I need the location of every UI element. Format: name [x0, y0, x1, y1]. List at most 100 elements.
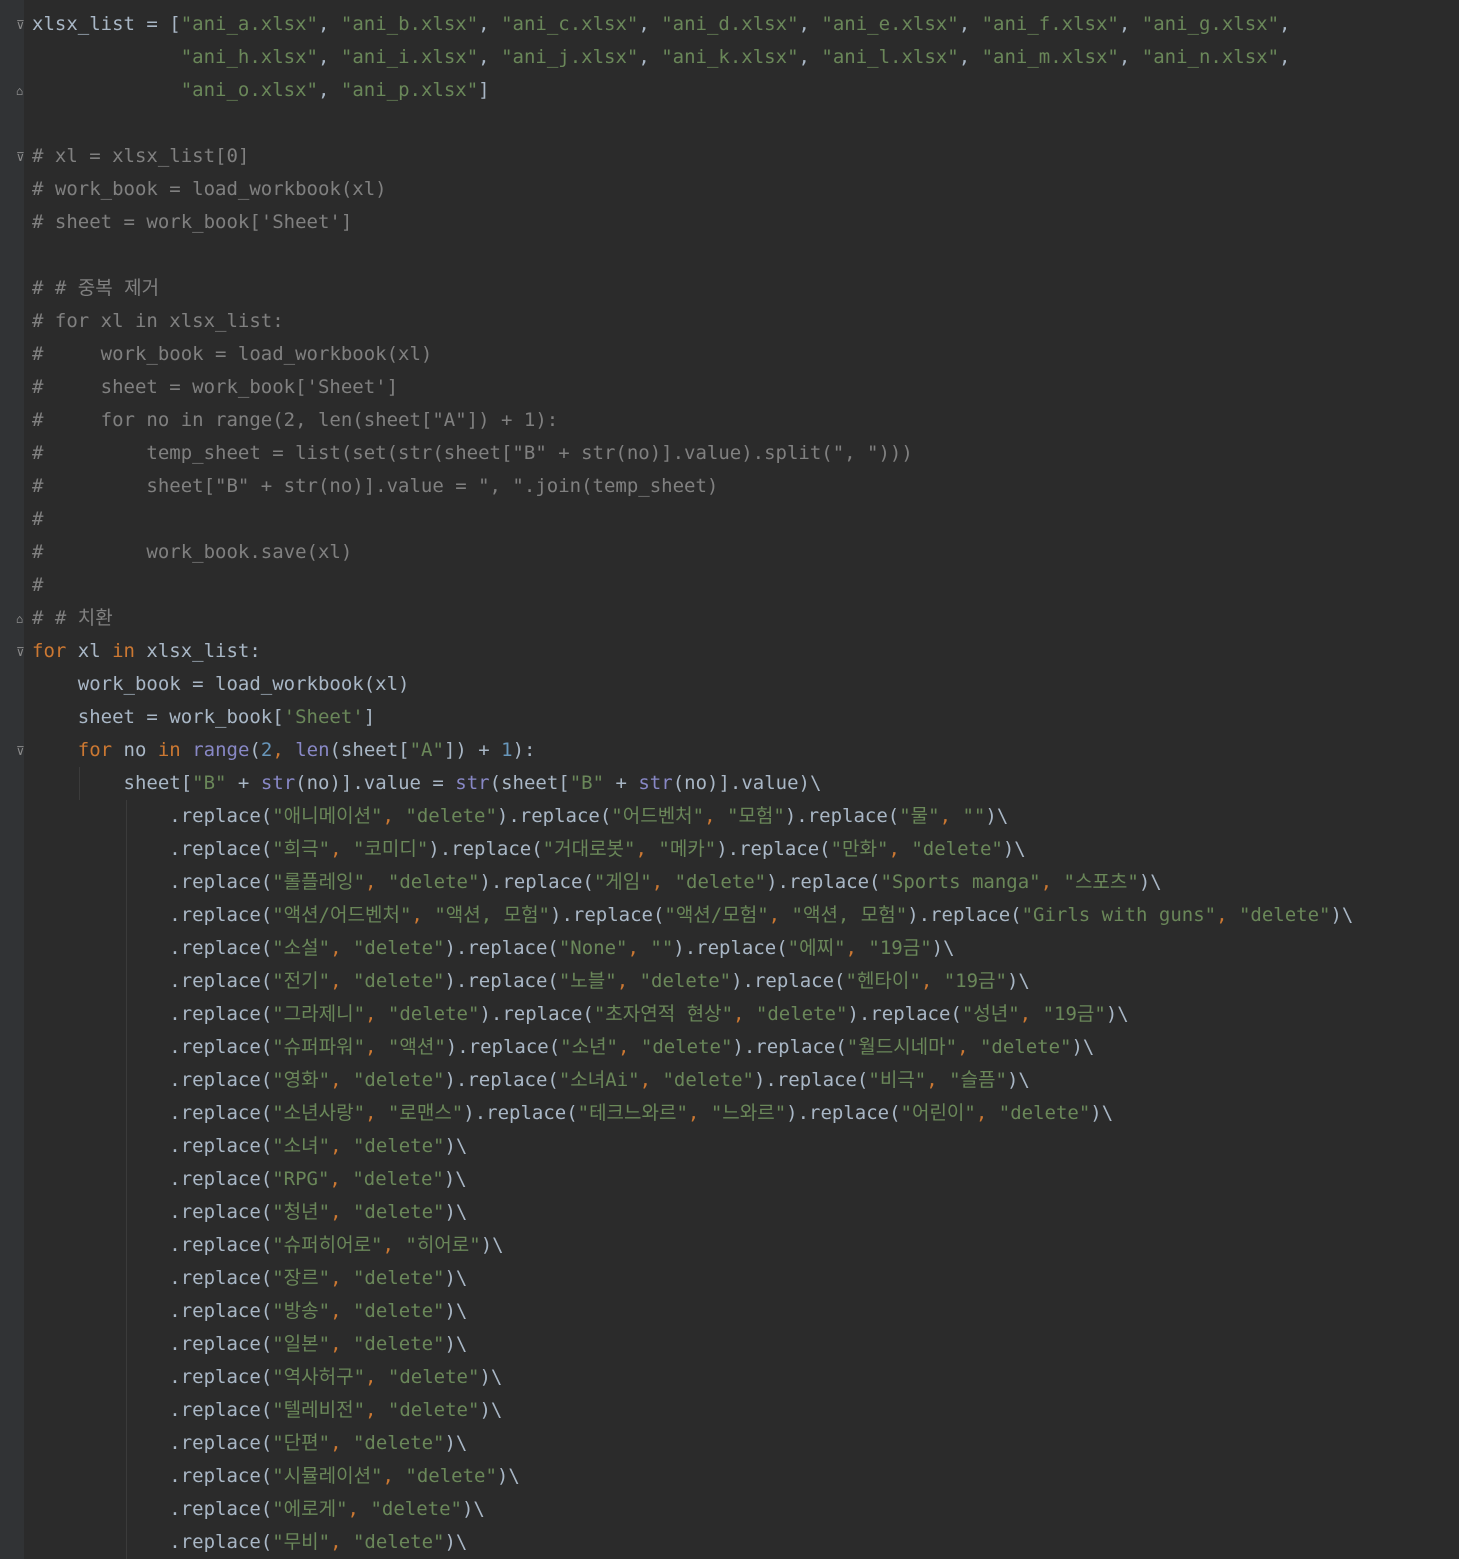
keyword: in — [157, 739, 181, 761]
string-literal: "ani_p.xlsx" — [340, 79, 479, 101]
keyword: , — [365, 871, 388, 893]
string-literal: "ani_i.xlsx" — [340, 46, 479, 68]
string-literal: "무비" — [272, 1531, 331, 1553]
code-line[interactable]: sheet = work_book['Sheet'] — [32, 701, 1353, 734]
code-line[interactable] — [32, 107, 1353, 140]
string-literal: "액션/어드벤처" — [272, 904, 412, 926]
editor-gutter[interactable] — [0, 0, 24, 1559]
keyword: , — [382, 1465, 406, 1487]
code-line[interactable]: work_book = load_workbook(xl) — [32, 668, 1353, 701]
string-literal: "ani_k.xlsx" — [661, 46, 799, 68]
code-text: )\ — [443, 1168, 467, 1190]
code-line[interactable]: .replace("애니메이션", "delete").replace("어드벤… — [32, 800, 1353, 833]
string-literal: "물" — [899, 805, 940, 827]
code-editor[interactable]: ⊽ ⌂ ⊽ ⌂ ⊽ ⊽ xlsx_list = ["ani_a.xlsx", "ani_b… — [0, 0, 1459, 1559]
string-literal: "delete" — [387, 1003, 480, 1025]
code-line[interactable]: # for xl in xlsx_list: — [32, 305, 1353, 338]
fold-end-icon[interactable]: ⌂ — [16, 612, 30, 626]
code-line[interactable]: .replace("텔레비전", "delete")\ — [32, 1394, 1353, 1427]
code-text: .replace( — [32, 1003, 273, 1025]
fold-end-icon[interactable]: ⌂ — [16, 84, 30, 98]
code-line[interactable]: .replace("RPG", "delete")\ — [32, 1163, 1353, 1196]
code-line[interactable] — [32, 239, 1353, 272]
code-line[interactable]: # work_book = load_workbook(xl) — [32, 173, 1353, 206]
code-text: xlsx_list = [ — [32, 13, 181, 35]
code-line[interactable]: .replace("액션/어드벤처", "액션, 모험").replace("액… — [32, 899, 1353, 932]
code-line[interactable]: .replace("청년", "delete")\ — [32, 1196, 1353, 1229]
comment: # temp_sheet = list(set(str(sheet["B" + … — [32, 442, 913, 464]
code-text: ).replace( — [445, 1036, 561, 1058]
code-line[interactable]: .replace("소년사랑", "로맨스").replace("테크느와르",… — [32, 1097, 1353, 1130]
code-text: no — [112, 739, 158, 761]
code-line[interactable]: .replace("장르", "delete")\ — [32, 1262, 1353, 1295]
code-line[interactable]: # for no in range(2, len(sheet["A"]) + 1… — [32, 404, 1353, 437]
code-text: ).replace( — [550, 904, 665, 926]
code-line[interactable]: .replace("에로게", "delete")\ — [32, 1493, 1353, 1526]
string-literal: "단편" — [272, 1432, 331, 1454]
code-text: .replace( — [32, 838, 273, 860]
string-literal: "거대로봇" — [542, 838, 636, 860]
code-line[interactable]: # # 치환 — [32, 602, 1353, 635]
code-text: .replace( — [32, 871, 273, 893]
code-line[interactable]: .replace("그라제니", "delete").replace("초자연적… — [32, 998, 1353, 1031]
code-line[interactable]: # — [32, 503, 1353, 536]
comment: # — [32, 508, 44, 530]
code-line[interactable]: for no in range(2, len(sheet["A"]) + 1): — [32, 734, 1353, 767]
string-literal: "delete" — [352, 1531, 445, 1553]
code-content[interactable]: xlsx_list = ["ani_a.xlsx", "ani_b.xlsx",… — [32, 8, 1353, 1559]
code-line[interactable]: # — [32, 569, 1353, 602]
comment: # sheet = work_book['Sheet'] — [32, 211, 353, 233]
fold-open-icon[interactable]: ⊽ — [16, 150, 30, 164]
fold-open-icon[interactable]: ⊽ — [16, 744, 30, 758]
code-line[interactable]: .replace("소설", "delete").replace("None",… — [32, 932, 1353, 965]
code-text: .replace( — [32, 1531, 273, 1553]
string-literal: "" — [650, 937, 674, 959]
string-literal: "ani_j.xlsx" — [501, 46, 639, 68]
code-line[interactable]: "ani_o.xlsx", "ani_p.xlsx"] — [32, 74, 1353, 107]
string-literal: "delete" — [352, 1201, 445, 1223]
string-literal: "B" — [569, 772, 605, 794]
code-line[interactable]: .replace("무비", "delete")\ — [32, 1526, 1353, 1559]
code-line[interactable]: # temp_sheet = list(set(str(sheet["B" + … — [32, 437, 1353, 470]
fold-open-icon[interactable]: ⊽ — [16, 645, 30, 659]
code-line[interactable]: # work_book.save(xl) — [32, 536, 1353, 569]
string-literal: "" — [962, 805, 986, 827]
string-literal: "모험" — [727, 805, 785, 827]
code-line[interactable]: "ani_h.xlsx", "ani_i.xlsx", "ani_j.xlsx"… — [32, 41, 1353, 74]
code-line[interactable]: .replace("희극", "코미디").replace("거대로봇", "메… — [32, 833, 1353, 866]
code-line[interactable]: .replace("롤플레잉", "delete").replace("게임",… — [32, 866, 1353, 899]
code-line[interactable]: .replace("영화", "delete").replace("소녀Ai",… — [32, 1064, 1353, 1097]
code-line[interactable]: .replace("역사허구", "delete")\ — [32, 1361, 1353, 1394]
code-line[interactable]: # sheet = work_book['Sheet'] — [32, 206, 1353, 239]
code-line[interactable]: .replace("시뮬레이션", "delete")\ — [32, 1460, 1353, 1493]
string-literal: "청년" — [272, 1201, 331, 1223]
string-literal: "코미디" — [352, 838, 429, 860]
code-line[interactable]: .replace("슈퍼히어로", "히어로")\ — [32, 1229, 1353, 1262]
code-line[interactable]: .replace("일본", "delete")\ — [32, 1328, 1353, 1361]
keyword: , — [411, 904, 435, 926]
string-literal: "ani_e.xlsx" — [821, 13, 959, 35]
code-line[interactable]: .replace("단편", "delete")\ — [32, 1427, 1353, 1460]
fold-open-icon[interactable]: ⊽ — [16, 18, 30, 32]
code-text: ).replace( — [731, 970, 846, 992]
code-line[interactable]: xlsx_list = ["ani_a.xlsx", "ani_b.xlsx",… — [32, 8, 1353, 41]
code-text: .replace( — [32, 937, 273, 959]
keyword: , — [330, 1135, 353, 1157]
code-line[interactable]: # sheet["B" + str(no)].value = ", ".join… — [32, 470, 1353, 503]
string-literal: "ani_h.xlsx" — [180, 46, 318, 68]
keyword: , — [365, 1399, 388, 1421]
code-line[interactable]: .replace("방송", "delete")\ — [32, 1295, 1353, 1328]
code-line[interactable]: .replace("전기", "delete").replace("노블", "… — [32, 965, 1353, 998]
code-line[interactable]: .replace("슈퍼파워", "액션").replace("소년", "de… — [32, 1031, 1353, 1064]
code-line[interactable]: # # 중복 제거 — [32, 272, 1353, 305]
code-line[interactable]: # work_book = load_workbook(xl) — [32, 338, 1353, 371]
string-literal: "그라제니" — [272, 1003, 366, 1025]
code-line[interactable]: .replace("소녀", "delete")\ — [32, 1130, 1353, 1163]
code-line[interactable]: # xl = xlsx_list[0] — [32, 140, 1353, 173]
string-literal: "메카" — [658, 838, 717, 860]
code-line[interactable]: for xl in xlsx_list: — [32, 635, 1353, 668]
code-line[interactable]: sheet["B" + str(no)].value = str(sheet["… — [32, 767, 1353, 800]
code-line[interactable]: # sheet = work_book['Sheet'] — [32, 371, 1353, 404]
keyword: , — [382, 1234, 406, 1256]
keyword: , — [330, 970, 353, 992]
